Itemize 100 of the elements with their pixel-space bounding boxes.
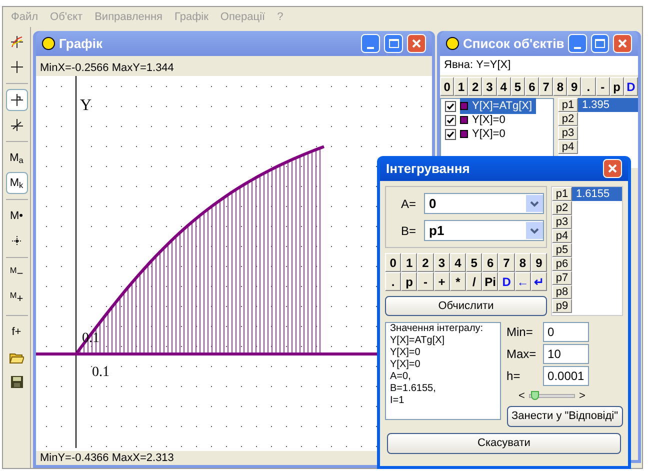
slider-track[interactable]: [528, 394, 575, 398]
keypad-key[interactable]: 3: [434, 253, 450, 272]
minimize-icon: [367, 47, 374, 49]
maximize-icon: [388, 39, 398, 48]
keypad-key[interactable]: 4: [496, 77, 511, 96]
keypad-key[interactable]: 1: [454, 77, 468, 96]
param-button[interactable]: p3: [552, 215, 572, 229]
keypad-key[interactable]: 2: [468, 77, 482, 96]
function-item[interactable]: Y[X]=0: [460, 112, 510, 128]
keypad-key[interactable]: p: [401, 272, 418, 291]
tool-button[interactable]: $^{M}$+: [6, 288, 28, 310]
param-value[interactable]: 1.6155: [572, 187, 622, 201]
cancel-button[interactable]: Скасувати: [387, 433, 621, 454]
window-title: Інтегрування: [386, 160, 471, 178]
tool-button[interactable]: [6, 89, 28, 111]
maximize-icon: [595, 39, 606, 48]
param-button[interactable]: p2: [558, 112, 578, 126]
keypad-key[interactable]: 7: [498, 253, 515, 272]
param-button[interactable]: p8: [552, 285, 572, 299]
window-title: Список об'єктів: [463, 34, 564, 53]
tool-button[interactable]: M$_{k}$: [6, 172, 28, 194]
plus-icon: [10, 60, 24, 74]
function-item[interactable]: Y[X]=ATg[X]: [460, 98, 536, 114]
keypad-key[interactable]: -: [417, 272, 434, 291]
tool-button[interactable]: M$_{a}$: [6, 147, 28, 169]
tick-label: 0.1: [92, 364, 110, 382]
field-label: h=: [506, 368, 522, 385]
save-answer-button[interactable]: Занести у "Відповіді": [506, 406, 623, 427]
save-icon: [10, 375, 24, 389]
keypad-key[interactable]: 2: [417, 253, 434, 272]
checkbox[interactable]: [445, 128, 456, 140]
keypad-key[interactable]: p: [610, 77, 624, 96]
input-field[interactable]: 0: [542, 322, 589, 342]
close-icon: [411, 38, 422, 49]
slider-thumb[interactable]: [531, 391, 540, 400]
keypad-key[interactable]: 0: [385, 253, 402, 272]
keypad-key[interactable]: 9: [530, 253, 548, 272]
slider-left-arrow[interactable]: <: [518, 388, 525, 404]
keypad-key[interactable]: 6: [482, 253, 498, 272]
checkbox[interactable]: [445, 114, 456, 126]
keypad-key[interactable]: 0: [440, 77, 454, 96]
keypad-key[interactable]: +: [434, 272, 450, 291]
keypad-key[interactable]: ↵: [530, 272, 548, 291]
axis-label: Y: [80, 96, 92, 116]
slider-right-arrow[interactable]: >: [578, 388, 586, 404]
close-button[interactable]: [407, 34, 426, 53]
dropdown-field[interactable]: 0: [424, 193, 544, 214]
param-button[interactable]: p4: [552, 229, 572, 243]
keypad-key[interactable]: ←: [514, 272, 531, 291]
keypad-key[interactable]: 4: [450, 253, 466, 272]
maximize-button[interactable]: [590, 34, 610, 53]
close-button[interactable]: [613, 34, 632, 53]
keypad-key[interactable]: 8: [514, 253, 531, 272]
tool-button[interactable]: M•: [6, 205, 28, 227]
param-button[interactable]: p2: [552, 201, 572, 215]
close-button[interactable]: [603, 159, 622, 178]
keypad-key[interactable]: .: [385, 272, 402, 291]
keypad-key[interactable]: Pi: [482, 272, 498, 291]
input-field[interactable]: 0.0001: [542, 366, 589, 386]
param-button[interactable]: p7: [552, 271, 572, 285]
keypad-key[interactable]: 5: [510, 77, 525, 96]
param-value[interactable]: 1.395: [578, 98, 638, 112]
folder-icon: [9, 350, 24, 364]
compute-button[interactable]: Обчислити: [385, 296, 547, 316]
keypad-key[interactable]: 7: [538, 77, 554, 96]
keypad-key[interactable]: D: [624, 77, 638, 96]
input-field[interactable]: 10: [542, 344, 589, 364]
param-button[interactable]: p6: [552, 257, 572, 271]
minimize-button[interactable]: [568, 34, 587, 53]
param-button[interactable]: p1: [558, 98, 578, 112]
tool-button[interactable]: $^{M}$−: [6, 263, 28, 285]
keypad-key[interactable]: 6: [524, 77, 539, 96]
checkbox[interactable]: [445, 100, 456, 112]
keypad-key[interactable]: 5: [466, 253, 482, 272]
keypad-key[interactable]: .: [581, 77, 596, 96]
result-text: Значення інтегралу: Y[X]=ATg[X] Y[X]=0 Y[X]=0 A=0, B=1.6155, I=1: [385, 322, 501, 420]
param-button[interactable]: p9: [552, 299, 572, 313]
keypad-key[interactable]: -: [596, 77, 610, 96]
tool-button[interactable]: f+: [6, 321, 28, 343]
maximize-button[interactable]: [384, 34, 403, 53]
keypad-key[interactable]: 8: [553, 77, 568, 96]
param-button[interactable]: p4: [558, 140, 578, 154]
chevron-down-icon: [526, 195, 543, 212]
keypad-key[interactable]: 9: [567, 77, 582, 96]
keypad-key[interactable]: /: [466, 272, 482, 291]
keypad-key[interactable]: *: [450, 272, 466, 291]
param-button[interactable]: p1: [552, 187, 572, 201]
field-label: Min=: [506, 324, 534, 341]
param-button[interactable]: p3: [558, 126, 578, 140]
keypad-key[interactable]: D: [498, 272, 515, 291]
function-item[interactable]: Y[X]=0: [460, 126, 510, 142]
close-icon: [607, 163, 618, 174]
mode-field[interactable]: Явна: Y=Y[X]: [440, 56, 638, 75]
field-label: A=: [400, 196, 416, 212]
keypad-key[interactable]: 1: [401, 253, 418, 272]
keypad-key[interactable]: 3: [482, 77, 497, 96]
close-icon: [617, 38, 628, 49]
dropdown-field[interactable]: p1: [424, 220, 544, 241]
param-button[interactable]: p5: [552, 243, 572, 257]
minimize-button[interactable]: [361, 34, 380, 53]
